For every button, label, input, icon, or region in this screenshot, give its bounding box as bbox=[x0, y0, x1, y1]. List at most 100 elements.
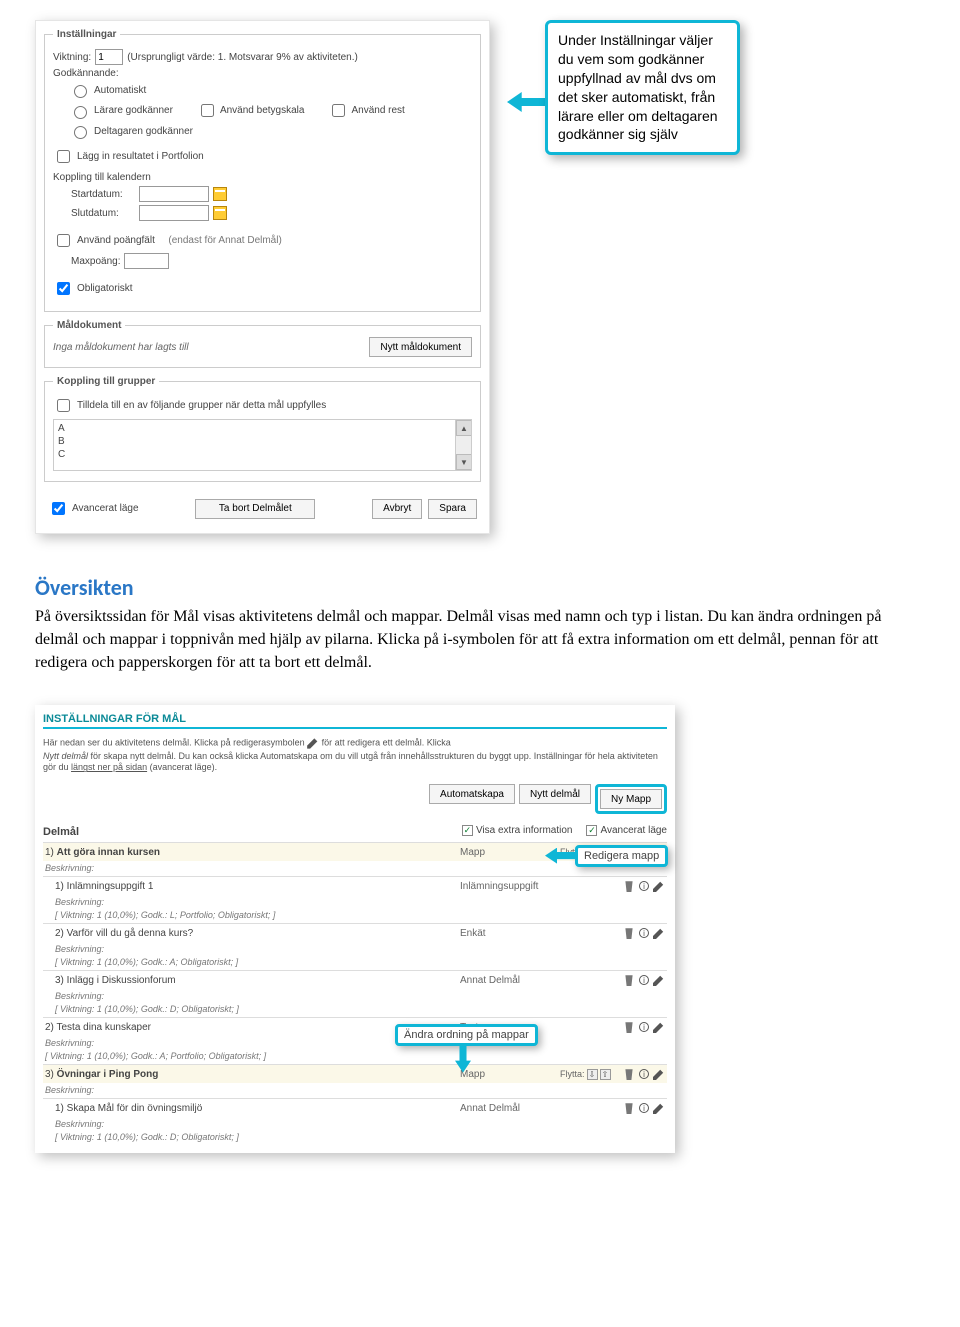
cb-visa-extra-label: Visa extra information bbox=[476, 825, 573, 836]
cb-obligatoriskt[interactable] bbox=[57, 282, 70, 295]
radio-auto[interactable] bbox=[74, 85, 87, 98]
section-paragraph: På översiktssidan för Mål visas aktivite… bbox=[35, 605, 925, 675]
nytt-delmal-button[interactable]: Nytt delmål bbox=[519, 784, 591, 804]
callout-redigera-mapp: Redigera mapp bbox=[575, 845, 668, 867]
automatskapa-button[interactable]: Automatskapa bbox=[429, 784, 515, 804]
item-name: 3) Inlägg i Diskussionforum bbox=[55, 975, 460, 986]
item-name: 3) Övningar i Ping Pong bbox=[45, 1069, 460, 1080]
edit-icon bbox=[307, 737, 319, 749]
viktning-note: (Ursprungligt värde: 1. Motsvarar 9% av … bbox=[127, 52, 358, 63]
group-item[interactable]: A bbox=[58, 422, 453, 435]
item-actions: i bbox=[615, 974, 665, 986]
settings-legend: Inställningar bbox=[53, 29, 120, 40]
delmal-heading: Delmål bbox=[43, 826, 462, 838]
grupper-legend: Koppling till grupper bbox=[53, 376, 159, 387]
trash-icon[interactable] bbox=[623, 927, 635, 939]
item-name: 2) Varför vill du gå denna kurs? bbox=[55, 928, 460, 939]
info-icon[interactable]: i bbox=[639, 975, 649, 985]
edit-icon[interactable] bbox=[653, 927, 665, 939]
nytt-maldokument-button[interactable]: Nytt måldokument bbox=[369, 337, 472, 357]
radio-deltagare[interactable] bbox=[74, 126, 87, 139]
cb-avancerat-label: Avancerat läge bbox=[600, 825, 667, 836]
overview-intro-2: Nytt delmål för skapa nytt delmål. Du ka… bbox=[43, 751, 667, 774]
cb-avancerat-lage[interactable] bbox=[52, 502, 65, 515]
cb-rest-label: Använd rest bbox=[351, 105, 404, 116]
viktning-input[interactable] bbox=[95, 49, 123, 65]
trash-icon[interactable] bbox=[623, 1102, 635, 1114]
group-item[interactable]: C bbox=[58, 448, 453, 461]
info-icon[interactable]: i bbox=[639, 1069, 649, 1079]
info-icon[interactable]: i bbox=[639, 1022, 649, 1032]
edit-icon[interactable] bbox=[653, 1021, 665, 1033]
radio-larare-label: Lärare godkänner bbox=[94, 105, 173, 116]
cb-poangfalt-label: Använd poängfält bbox=[77, 235, 155, 246]
item-name: 1) Inlämningsuppgift 1 bbox=[55, 881, 460, 892]
edit-icon[interactable] bbox=[653, 1102, 665, 1114]
cb-rest[interactable] bbox=[332, 104, 345, 117]
item-move: Flytta:⇩⇧ bbox=[560, 1069, 615, 1080]
godkannande-label: Godkännande: bbox=[53, 68, 119, 79]
cb-betyg[interactable] bbox=[201, 104, 214, 117]
callout-arrow-icon bbox=[545, 848, 575, 864]
radio-deltagare-label: Deltagaren godkänner bbox=[94, 126, 193, 137]
edit-icon[interactable] bbox=[653, 880, 665, 892]
trash-icon[interactable] bbox=[623, 974, 635, 986]
item-type: Mapp bbox=[460, 1069, 560, 1080]
list-item: 2) Testa dina kunskaperTesti bbox=[43, 1017, 667, 1036]
trash-icon[interactable] bbox=[623, 1068, 635, 1080]
trash-icon[interactable] bbox=[623, 1021, 635, 1033]
startdatum-input[interactable] bbox=[139, 186, 209, 202]
callout-arrow-icon bbox=[455, 1043, 471, 1073]
poang-note: (endast för Annat Delmål) bbox=[168, 235, 281, 246]
group-listbox[interactable]: A B C ▲ ▼ bbox=[53, 419, 472, 471]
item-description-label: Beskrivning: bbox=[43, 942, 667, 957]
spara-button[interactable]: Spara bbox=[428, 499, 477, 519]
info-icon[interactable]: i bbox=[639, 1103, 649, 1113]
item-actions: i bbox=[615, 1021, 665, 1033]
avbryt-button[interactable]: Avbryt bbox=[372, 499, 422, 519]
trash-icon[interactable] bbox=[623, 880, 635, 892]
startdatum-label: Startdatum: bbox=[71, 189, 135, 200]
calendar-icon[interactable] bbox=[213, 206, 227, 220]
cb-poangfalt[interactable] bbox=[57, 234, 70, 247]
list-item: 3) Övningar i Ping PongMappFlytta:⇩⇧ i bbox=[43, 1064, 667, 1083]
cb-avancerat[interactable]: ✓Avancerat läge bbox=[586, 822, 667, 838]
radio-larare[interactable] bbox=[74, 106, 87, 119]
cb-tilldela-grupp[interactable] bbox=[57, 399, 70, 412]
item-meta: [ Viktning: 1 (10,0%); Godk.: A; Obligat… bbox=[43, 957, 667, 970]
item-actions: i bbox=[615, 1102, 665, 1114]
item-description-label: Beskrivning: bbox=[43, 1117, 667, 1132]
scroll-up-icon[interactable]: ▲ bbox=[456, 420, 472, 436]
item-meta: [ Viktning: 1 (10,0%); Godk.: A; Portfol… bbox=[43, 1051, 667, 1064]
edit-icon[interactable] bbox=[653, 1068, 665, 1080]
settings-fieldset: Inställningar Viktning: (Ursprungligt vä… bbox=[44, 29, 481, 312]
maldokument-legend: Måldokument bbox=[53, 320, 125, 331]
maxpoang-label: Maxpoäng: bbox=[71, 256, 120, 267]
scroll-down-icon[interactable]: ▼ bbox=[456, 454, 472, 470]
ny-mapp-button[interactable]: Ny Mapp bbox=[600, 789, 662, 809]
item-type: Annat Delmål bbox=[460, 1103, 560, 1114]
item-description-label: Beskrivning: bbox=[43, 989, 667, 1004]
callout-arrow-icon bbox=[507, 92, 549, 112]
item-meta: [ Viktning: 1 (10,0%); Godk.: L; Portfol… bbox=[43, 910, 667, 923]
arrow-down-icon[interactable]: ⇩ bbox=[587, 1069, 598, 1080]
group-item[interactable]: B bbox=[58, 435, 453, 448]
info-icon[interactable]: i bbox=[639, 881, 649, 891]
ta-bort-delmal-button[interactable]: Ta bort Delmålet bbox=[195, 499, 315, 519]
item-actions: i bbox=[615, 927, 665, 939]
calendar-icon[interactable] bbox=[213, 187, 227, 201]
maxpoang-input[interactable] bbox=[124, 253, 169, 269]
cb-portfolio[interactable] bbox=[57, 150, 70, 163]
info-icon[interactable]: i bbox=[639, 928, 649, 938]
grupper-fieldset: Koppling till grupper Tilldela till en a… bbox=[44, 376, 481, 482]
edit-icon[interactable] bbox=[653, 974, 665, 986]
overview-intro-1: Här nedan ser du aktivitetens delmål. Kl… bbox=[43, 737, 667, 749]
cb-betyg-label: Använd betygskala bbox=[220, 105, 305, 116]
scrollbar[interactable]: ▲ ▼ bbox=[455, 420, 471, 470]
cb-visa-extra[interactable]: ✓Visa extra information bbox=[462, 822, 573, 838]
arrow-up-icon[interactable]: ⇧ bbox=[600, 1069, 611, 1080]
maldokument-fieldset: Måldokument Inga måldokument har lagts t… bbox=[44, 320, 481, 368]
slutdatum-input[interactable] bbox=[139, 205, 209, 221]
koppling-kal-label: Koppling till kalendern bbox=[53, 172, 151, 183]
viktning-label: Viktning: bbox=[53, 52, 91, 63]
